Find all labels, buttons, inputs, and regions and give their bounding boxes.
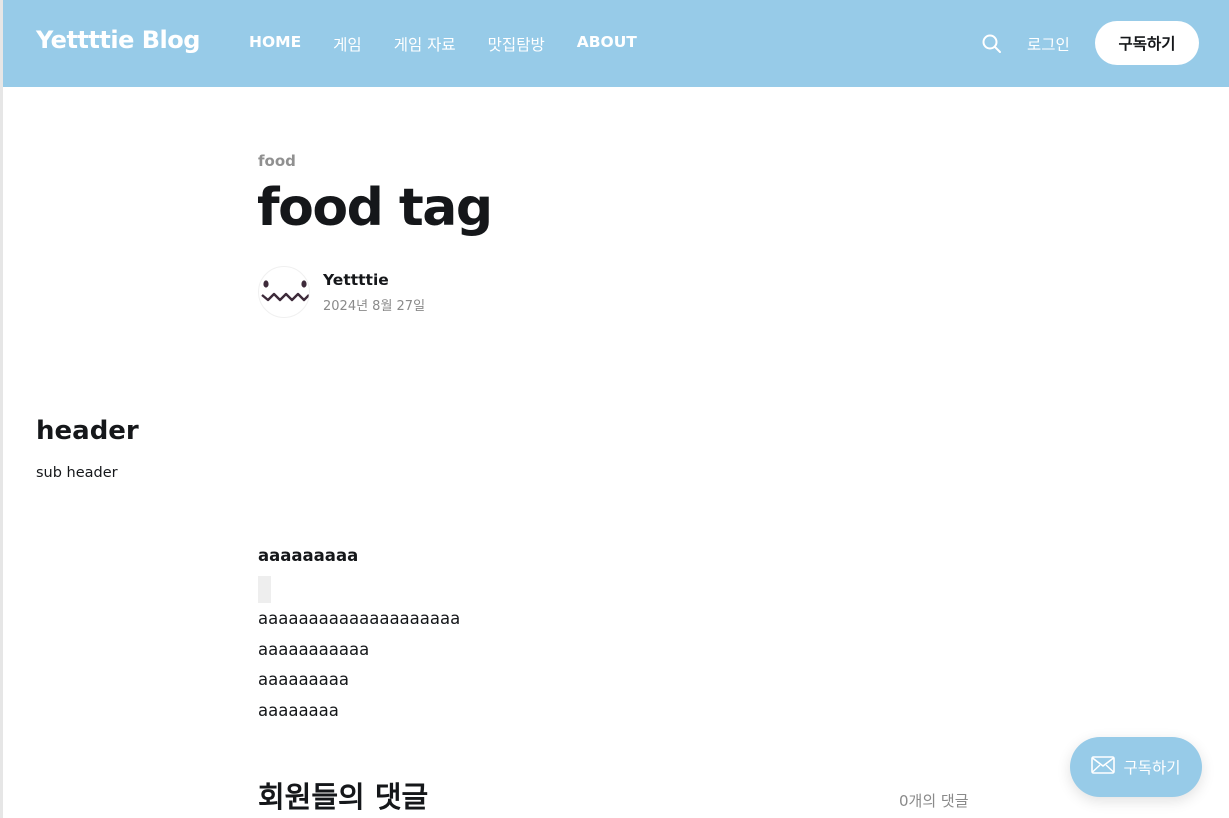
- nav-item-food-tour[interactable]: 맛집탐방: [488, 33, 545, 55]
- post-title: food tag: [257, 178, 493, 238]
- nav-item-games[interactable]: 게임: [333, 33, 362, 55]
- search-icon[interactable]: [981, 33, 1003, 55]
- section-subheader: sub header: [36, 465, 118, 481]
- content-line: aaaaaaaa: [258, 701, 339, 720]
- section-header: header: [36, 416, 139, 446]
- site-logo[interactable]: Yettttie Blog: [36, 26, 200, 54]
- author-avatar[interactable]: [258, 266, 310, 318]
- author-name[interactable]: Yettttie: [323, 271, 389, 289]
- main-nav: HOME 게임 게임 자료 맛집탐방 ABOUT: [249, 33, 637, 55]
- floating-subscribe-label: 구독하기: [1123, 759, 1181, 777]
- subscribe-button[interactable]: 구독하기: [1095, 21, 1199, 65]
- post-tag[interactable]: food: [258, 152, 296, 170]
- login-link[interactable]: 로그인: [1027, 33, 1070, 55]
- comments-count: 0개의 댓글: [899, 792, 969, 810]
- post-date: 2024년 8월 27일: [323, 299, 426, 314]
- comments-title: 회원들의 댓글: [258, 780, 429, 814]
- mail-icon: [1091, 756, 1116, 778]
- site-header: Yettttie Blog HOME 게임 게임 자료 맛집탐방 ABOUT 로…: [3, 0, 1229, 87]
- page: Yettttie Blog HOME 게임 게임 자료 맛집탐방 ABOUT 로…: [0, 0, 1229, 818]
- content-line: aaaaaaaaaaaaaaaaaaaa: [258, 609, 461, 628]
- inline-code-block: [258, 576, 271, 603]
- floating-subscribe-button[interactable]: 구독하기: [1070, 737, 1202, 797]
- content-line: aaaaaaaaaaa: [258, 640, 370, 659]
- content-bold-line: aaaaaaaaa: [258, 546, 359, 565]
- nav-item-home[interactable]: HOME: [249, 33, 301, 55]
- nav-item-game-resources[interactable]: 게임 자료: [394, 33, 456, 55]
- nav-item-about[interactable]: ABOUT: [577, 33, 637, 55]
- content-line: aaaaaaaaa: [258, 670, 349, 689]
